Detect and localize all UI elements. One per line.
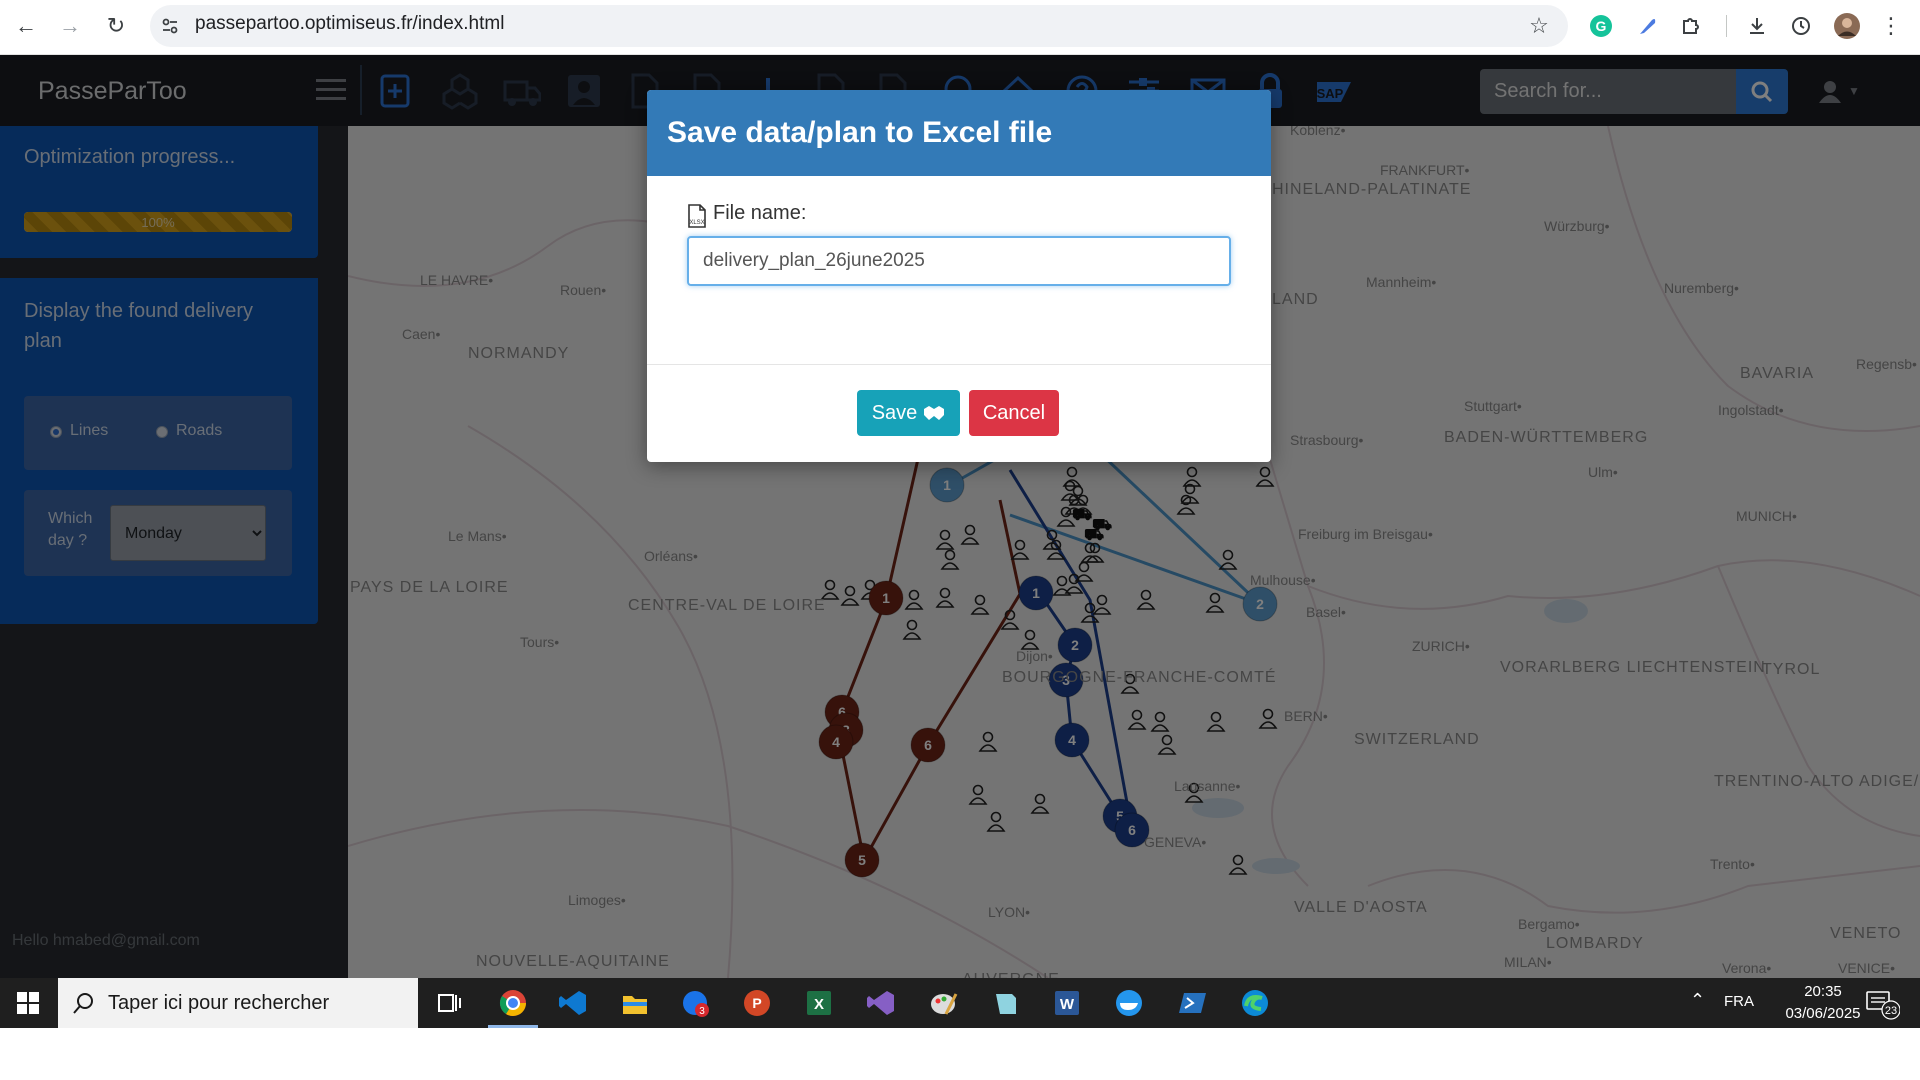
history-icon[interactable]	[1786, 11, 1816, 41]
windows-taskbar: Taper ici pour rechercher 3 P X W ⌃ FRA 20:…	[0, 978, 1920, 1028]
taskbar-search-box[interactable]: Taper ici pour rechercher	[58, 978, 418, 1028]
profile-avatar-icon[interactable]	[1832, 11, 1862, 41]
file-explorer-icon[interactable]	[606, 978, 664, 1028]
save-excel-dialog: Save data/plan to Excel file XLSX File n…	[647, 90, 1271, 462]
handshake-icon	[924, 406, 945, 420]
save-button[interactable]: Save	[857, 390, 960, 436]
svg-text:W: W	[1060, 996, 1075, 1013]
site-info-icon[interactable]	[156, 12, 184, 40]
powershell-icon[interactable]	[1164, 978, 1222, 1028]
extensions-icon[interactable]	[1676, 11, 1706, 41]
dialog-title: Save data/plan to Excel file	[667, 116, 1053, 149]
search-icon	[73, 993, 93, 1014]
file-name-input[interactable]	[687, 236, 1231, 286]
dialog-header: Save data/plan to Excel file	[647, 90, 1271, 176]
notification-count: 23	[1885, 1005, 1897, 1017]
clock-time[interactable]: 20:35	[1768, 983, 1878, 1000]
docker-icon[interactable]	[1100, 978, 1158, 1028]
back-arrow-icon[interactable]: ←	[10, 10, 42, 42]
clock-date[interactable]: 03/06/2025	[1768, 1005, 1878, 1022]
feather-icon[interactable]	[1632, 11, 1662, 41]
outlook-badge: 3	[699, 1006, 705, 1017]
more-vert-icon[interactable]: ⋮	[1876, 11, 1906, 41]
powerpoint-icon[interactable]: P	[728, 978, 786, 1028]
forward-arrow-icon[interactable]: →	[54, 10, 86, 42]
reload-icon[interactable]: ↻	[100, 10, 132, 42]
xlsx-file-icon: XLSX	[687, 204, 707, 228]
toolbar-separator	[1726, 15, 1727, 37]
chrome-icon[interactable]	[484, 978, 542, 1028]
outlook-icon[interactable]: 3	[666, 978, 724, 1028]
browser-toolbar: ← → ↻ passepartoo.optimiseus.fr/index.ht…	[0, 0, 1920, 55]
excel-icon[interactable]: X	[790, 978, 848, 1028]
edge-icon[interactable]	[1226, 978, 1284, 1028]
svg-text:G: G	[1596, 18, 1607, 34]
save-button-label: Save	[871, 401, 918, 424]
language-indicator[interactable]: FRA	[1724, 993, 1754, 1010]
notification-center-button[interactable]: 23	[1864, 988, 1901, 1020]
download-icon[interactable]	[1742, 11, 1772, 41]
svg-text:X: X	[814, 996, 824, 1013]
paint-icon[interactable]	[914, 978, 972, 1028]
tray-chevron-up-icon[interactable]: ⌃	[1690, 990, 1705, 1011]
taskbar-search-text[interactable]: Taper ici pour rechercher	[108, 992, 329, 1015]
windows-start-button[interactable]	[0, 978, 56, 1028]
task-view-icon[interactable]	[420, 978, 478, 1028]
url-text[interactable]: passepartoo.optimiseus.fr/index.html	[195, 13, 504, 35]
cancel-button[interactable]: Cancel	[969, 390, 1059, 436]
word-icon[interactable]: W	[1038, 978, 1096, 1028]
windows-logo-icon	[17, 992, 39, 1014]
dialog-divider	[647, 364, 1271, 365]
svg-text:XLSX: XLSX	[689, 220, 704, 226]
notification-icon: 23	[1866, 991, 1901, 1020]
visual-studio-icon[interactable]	[852, 978, 910, 1028]
vscode-icon[interactable]	[544, 978, 602, 1028]
svg-text:P: P	[752, 995, 761, 1011]
screen-bottom-margin	[0, 1028, 1920, 1080]
bookmark-star-icon[interactable]: ☆	[1524, 11, 1554, 41]
grammarly-icon[interactable]: G	[1586, 11, 1616, 41]
file-name-label: File name:	[713, 202, 807, 224]
notes-icon[interactable]	[976, 978, 1034, 1028]
